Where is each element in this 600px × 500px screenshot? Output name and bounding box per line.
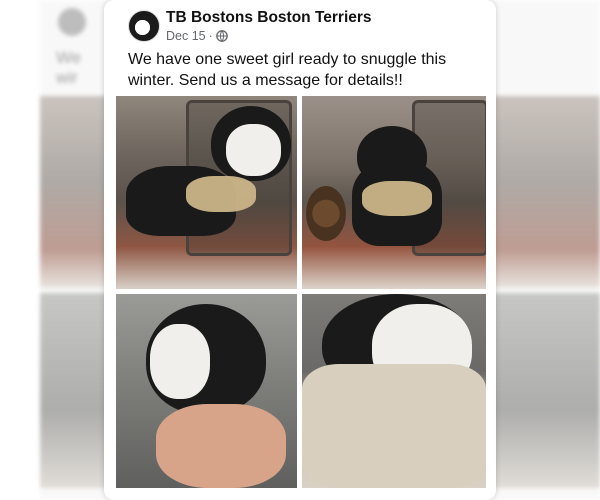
- background-post-text: We wir: [56, 48, 82, 87]
- gold-bow: [362, 181, 432, 216]
- post-text: We have one sweet girl ready to snuggle …: [128, 51, 447, 89]
- puppy-face: [226, 124, 281, 176]
- puppy-head: [357, 126, 427, 186]
- pinecone-decor: [306, 186, 346, 241]
- post-meta: Dec 15 ·: [166, 29, 228, 43]
- avatar: [58, 8, 86, 36]
- photo-puppy-lantern-side[interactable]: [302, 96, 486, 289]
- post-card: TB Bostons Boston Terriers Dec 15 · We h…: [104, 0, 496, 500]
- photo-puppy-lantern-front[interactable]: [116, 96, 297, 289]
- photo-puppy-on-blanket[interactable]: [302, 294, 486, 488]
- blanket: [302, 364, 486, 488]
- meta-separator: ·: [208, 29, 213, 43]
- page-avatar[interactable]: [128, 10, 160, 42]
- hand: [156, 404, 286, 488]
- post-header: TB Bostons Boston Terriers Dec 15 ·: [104, 0, 496, 46]
- globe-icon[interactable]: [215, 30, 228, 42]
- gold-bow: [186, 176, 256, 212]
- photo-grid: [116, 96, 486, 488]
- page-name-link[interactable]: TB Bostons Boston Terriers: [166, 9, 372, 27]
- post-date[interactable]: Dec 15: [166, 29, 206, 43]
- puppy-face: [150, 324, 210, 399]
- photo-puppy-held-in-hand[interactable]: [116, 294, 297, 488]
